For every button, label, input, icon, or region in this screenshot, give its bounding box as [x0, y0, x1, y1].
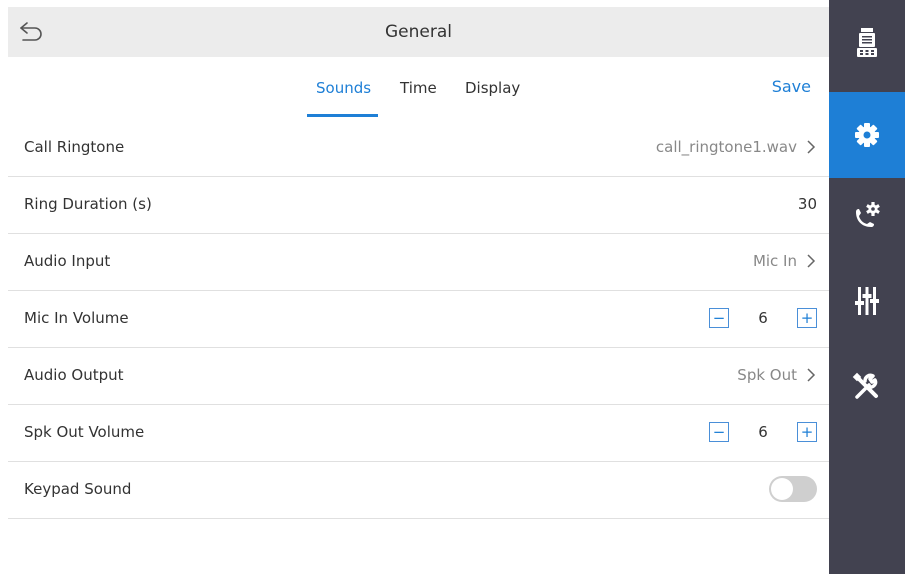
sidebar — [829, 0, 905, 574]
active-tab-indicator — [307, 114, 378, 117]
tools-icon — [852, 372, 878, 399]
keypad-sound-toggle[interactable] — [769, 476, 817, 502]
setting-label: Call Ringtone — [24, 138, 125, 156]
increase-button[interactable]: + — [797, 308, 817, 328]
increase-button[interactable]: + — [797, 422, 817, 442]
setting-label: Audio Input — [24, 252, 111, 270]
chevron-right-icon — [807, 368, 816, 382]
settings-list: Call Ringtone call_ringtone1.wav Ring Du… — [8, 120, 829, 519]
volume-stepper: − 6 + — [709, 405, 817, 459]
sidebar-item-maintenance[interactable] — [829, 344, 905, 430]
tab-bar: Sounds Time Display Save — [8, 57, 829, 120]
tab-sounds[interactable]: Sounds — [316, 79, 371, 97]
stepper-value: 6 — [758, 423, 768, 441]
setting-row-audio-output[interactable]: Audio Output Spk Out — [8, 348, 829, 405]
setting-control: Spk Out — [737, 348, 817, 402]
setting-control: Mic In — [753, 234, 817, 288]
chevron-right-icon — [807, 140, 816, 154]
call-settings-icon — [856, 202, 880, 227]
decrease-button[interactable]: − — [709, 422, 729, 442]
main-panel: General Sounds Time Display Save Call Ri… — [0, 0, 829, 574]
setting-row-spk-out-volume: Spk Out Volume − 6 + — [8, 405, 829, 462]
sidebar-item-call-settings[interactable] — [829, 172, 905, 258]
setting-row-keypad-sound: Keypad Sound — [8, 462, 829, 519]
toggle-knob — [771, 478, 793, 500]
setting-label: Keypad Sound — [24, 480, 132, 498]
page-title: General — [385, 22, 452, 42]
setting-row-call-ringtone[interactable]: Call Ringtone call_ringtone1.wav — [8, 120, 829, 177]
setting-value: Mic In — [752, 252, 797, 270]
setting-control: call_ringtone1.wav — [656, 120, 817, 174]
tab-display[interactable]: Display — [465, 79, 520, 97]
stepper-value: 6 — [758, 309, 768, 327]
setting-value: call_ringtone1.wav — [655, 138, 797, 156]
gear-icon — [855, 123, 879, 147]
sliders-icon — [855, 287, 879, 315]
setting-label: Audio Output — [24, 366, 124, 384]
intercom-device-icon — [857, 28, 877, 57]
sidebar-item-device[interactable] — [829, 0, 905, 86]
volume-stepper: − 6 + — [709, 291, 817, 345]
setting-value: Spk Out — [737, 366, 797, 384]
chevron-right-icon — [807, 254, 816, 268]
setting-control — [769, 462, 817, 516]
setting-row-mic-in-volume: Mic In Volume − 6 + — [8, 291, 829, 348]
save-button[interactable]: Save — [772, 77, 811, 96]
setting-label: Spk Out Volume — [24, 423, 145, 441]
sidebar-item-general[interactable] — [829, 92, 905, 178]
setting-label: Ring Duration (s) — [24, 195, 152, 213]
setting-control: 30 — [798, 177, 817, 231]
setting-row-audio-input[interactable]: Audio Input Mic In — [8, 234, 829, 291]
tab-time[interactable]: Time — [400, 79, 437, 97]
decrease-button[interactable]: − — [709, 308, 729, 328]
setting-value[interactable]: 30 — [798, 195, 817, 213]
title-bar: General — [8, 7, 829, 57]
sidebar-item-audio[interactable] — [829, 258, 905, 344]
setting-label: Mic In Volume — [24, 309, 129, 327]
setting-row-ring-duration[interactable]: Ring Duration (s) 30 — [8, 177, 829, 234]
